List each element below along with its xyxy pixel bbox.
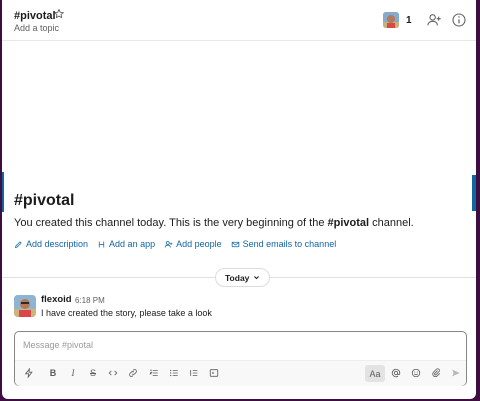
add-description-link[interactable]: Add description [14, 239, 88, 249]
member-count: 1 [406, 14, 412, 26]
add-topic-link[interactable]: Add a topic [14, 23, 59, 33]
window-edge-accent-right [472, 175, 476, 211]
members-button[interactable]: 1 [383, 11, 412, 29]
strikethrough-icon[interactable]: S [86, 366, 100, 380]
window-edge-accent-left [2, 172, 4, 212]
channel-intro-actions: Add description Add an app Add people Se… [14, 239, 336, 249]
add-person-icon [164, 240, 173, 248]
chevron-down-icon [254, 276, 260, 280]
day-divider-button[interactable]: Today [215, 268, 271, 287]
mention-icon[interactable] [389, 366, 403, 380]
italic-icon[interactable]: I [66, 366, 80, 380]
send-emails-link[interactable]: Send emails to channel [231, 239, 336, 249]
add-person-icon[interactable] [426, 12, 442, 28]
formatting-toggle-button[interactable]: Aa [365, 365, 385, 382]
code-block-icon[interactable] [207, 366, 221, 380]
bold-icon[interactable]: B [46, 366, 60, 380]
email-icon [231, 241, 239, 247]
channel-name[interactable]: #pivotal [14, 10, 56, 22]
composer-toolbar: B I S Aa [15, 360, 466, 386]
code-icon[interactable] [106, 366, 120, 380]
add-people-link[interactable]: Add people [164, 239, 222, 249]
pencil-icon [14, 240, 22, 248]
emoji-icon[interactable] [409, 366, 423, 380]
channel-intro-title: #pivotal [14, 192, 75, 209]
link-icon[interactable] [126, 366, 140, 380]
send-icon[interactable] [449, 366, 463, 380]
message-avatar[interactable] [14, 295, 36, 317]
message-author[interactable]: flexoid [41, 294, 72, 305]
bulleted-list-icon[interactable] [167, 366, 181, 380]
shortcuts-icon[interactable] [22, 366, 36, 380]
channel-intro-channel-name: #pivotal [327, 217, 370, 229]
message-text: I have created the story, please take a … [41, 308, 212, 318]
info-icon[interactable] [451, 12, 467, 28]
channel-intro-text: You created this channel today. This is … [14, 217, 414, 229]
attachment-icon[interactable] [429, 366, 443, 380]
channel-window: #pivotal Add a topic 1 #pivotal You crea… [2, 0, 476, 399]
star-icon[interactable] [53, 8, 65, 20]
app-icon [98, 241, 105, 247]
blockquote-icon[interactable] [187, 366, 201, 380]
member-avatar [383, 12, 399, 28]
ordered-list-icon[interactable] [147, 366, 161, 380]
message-composer: B I S Aa [14, 331, 467, 386]
add-app-link[interactable]: Add an app [97, 239, 155, 249]
message-timestamp[interactable]: 6:18 PM [75, 296, 105, 305]
channel-header: #pivotal Add a topic 1 [2, 0, 476, 41]
message-input[interactable] [23, 340, 453, 350]
